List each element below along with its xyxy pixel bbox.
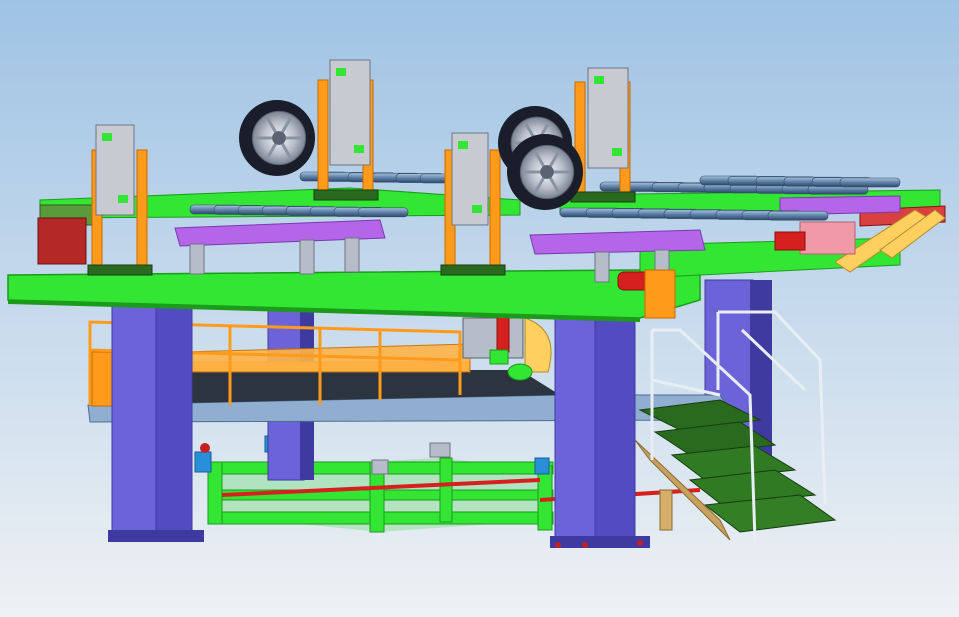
tower-plate: [317, 79, 329, 201]
tower-base: [570, 191, 636, 203]
status-led: [118, 195, 128, 203]
tower-plate: [136, 149, 148, 276]
tire: [239, 100, 315, 176]
cad-viewport[interactable]: [0, 0, 959, 617]
status-led: [354, 145, 364, 153]
status-led: [102, 133, 112, 141]
tower-base: [87, 264, 153, 276]
status-led: [594, 76, 604, 84]
assembly-render: [0, 0, 959, 617]
roller: [357, 207, 409, 218]
status-led: [458, 141, 468, 149]
tower-base: [440, 264, 506, 276]
status-led: [612, 148, 622, 156]
motor-housing: [95, 124, 135, 216]
motor-housing: [451, 132, 489, 226]
status-led: [472, 205, 482, 213]
status-led: [336, 68, 346, 76]
tire: [507, 134, 583, 210]
tower-base: [313, 189, 379, 201]
roller: [767, 210, 829, 221]
roller: [839, 177, 901, 188]
tower-plate: [489, 149, 501, 276]
